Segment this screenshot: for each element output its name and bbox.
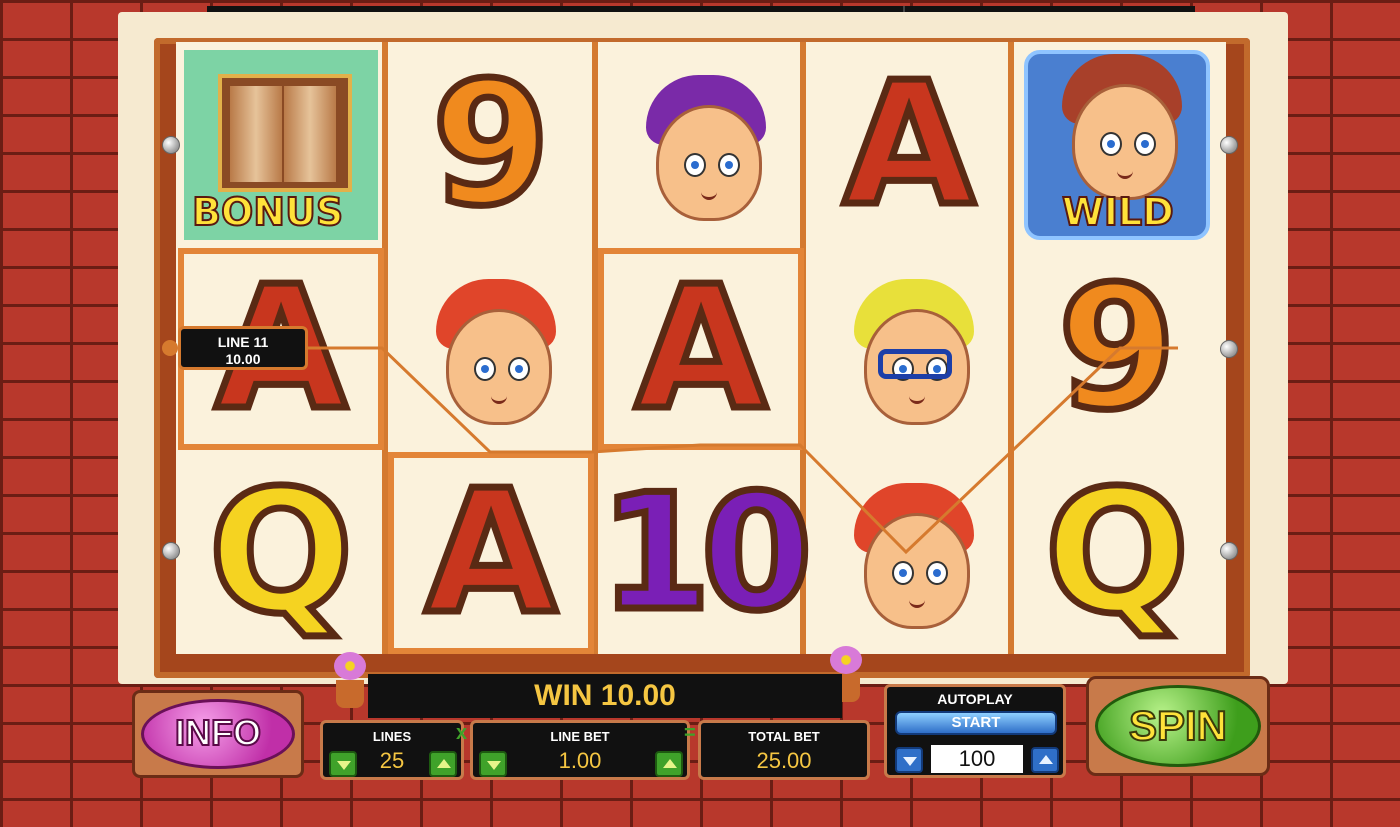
eye (1100, 132, 1122, 156)
boy-with-cap-icon (1042, 44, 1192, 204)
flower-icon (334, 652, 366, 680)
head (864, 513, 970, 629)
symbol-boy-glasses (806, 248, 1012, 450)
spin-button[interactable]: SPIN (1086, 676, 1270, 776)
eye (474, 357, 496, 381)
eye (718, 153, 740, 177)
autoplay-decrease-button[interactable] (895, 747, 923, 773)
number-9: 9 (1054, 250, 1179, 448)
eye (892, 561, 914, 585)
symbol-nine: 9 (1014, 248, 1220, 450)
autoplay-start-button[interactable]: START (895, 711, 1057, 735)
glasses-icon (878, 349, 952, 379)
info-button-label: INFO (141, 699, 295, 769)
rivet (1220, 340, 1238, 358)
line-bet-panel: LINE BET 1.00 (470, 720, 690, 780)
symbol-nine: 9 (388, 44, 594, 246)
letter-a: A (840, 46, 979, 244)
eye (1134, 132, 1156, 156)
multiply-sign: x (456, 722, 468, 744)
elevator-door-left (230, 86, 282, 182)
win-display: WIN 10.00 (368, 674, 842, 718)
head (446, 309, 552, 425)
symbol-wild: WILD (1014, 44, 1220, 246)
equals-sign: = (684, 722, 696, 744)
elevator-door-right (284, 86, 336, 182)
elevator-icon (218, 74, 352, 192)
symbol-ten: 10 (596, 452, 816, 654)
lines-increase-button[interactable] (429, 751, 457, 777)
total-bet-value: 25.00 (756, 748, 812, 773)
letter-a: A (632, 250, 771, 448)
autoplay-increase-button[interactable] (1031, 747, 1059, 773)
letter-q: Q (1041, 454, 1193, 652)
lines-label: LINES (372, 729, 412, 744)
symbol-a: A (806, 44, 1012, 246)
autoplay-count: 100 (931, 745, 1023, 773)
symbol-girl (806, 452, 1012, 654)
girl-character-icon (834, 473, 984, 633)
wild-label: WILD (1061, 189, 1175, 235)
symbol-q: Q (1014, 452, 1220, 654)
autoplay-panel: AUTOPLAY START 100 (884, 684, 1066, 778)
head (656, 105, 762, 221)
flower-pot-icon (330, 650, 370, 710)
total-bet-panel: TOTAL BET 25.00 (698, 720, 870, 780)
line-tag-amount: 10.00 (225, 351, 261, 367)
info-button[interactable]: INFO (132, 690, 304, 778)
rivet (1220, 136, 1238, 154)
line-bet-decrease-button[interactable] (479, 751, 507, 777)
autoplay-label: AUTOPLAY (937, 691, 1013, 707)
number-9: 9 (428, 46, 553, 244)
spin-button-label: SPIN (1095, 685, 1261, 767)
lines-decrease-button[interactable] (329, 751, 357, 777)
eye (684, 153, 706, 177)
payline-marker-icon (162, 340, 178, 356)
girl-character-icon (416, 269, 566, 429)
symbol-girl (388, 248, 594, 450)
symbol-q: Q (178, 452, 384, 654)
line-win-tag: LINE 11 10.00 (178, 326, 308, 370)
eye (508, 357, 530, 381)
line-bet-label: LINE BET (550, 729, 610, 744)
number-10: 10 (596, 459, 816, 646)
letter-q: Q (205, 454, 357, 652)
symbol-a: A (598, 248, 804, 450)
eye (926, 561, 948, 585)
total-bet-label: TOTAL BET (748, 729, 820, 744)
line-tag-line: LINE 11 (217, 334, 269, 350)
line-bet-increase-button[interactable] (655, 751, 683, 777)
rivet (1220, 542, 1238, 560)
letter-a: A (422, 454, 561, 652)
head (1072, 84, 1178, 200)
symbol-a: A (388, 452, 594, 654)
boy-with-glasses-icon (834, 269, 984, 429)
flower-icon (830, 646, 862, 674)
symbol-bonus: BONUS (178, 44, 384, 246)
symbol-girl-purple (598, 44, 804, 246)
bonus-label: BONUS (191, 189, 344, 235)
girl-purple-hair-icon (626, 65, 776, 225)
lines-panel: LINES 25 (320, 720, 464, 780)
pot (336, 680, 364, 708)
